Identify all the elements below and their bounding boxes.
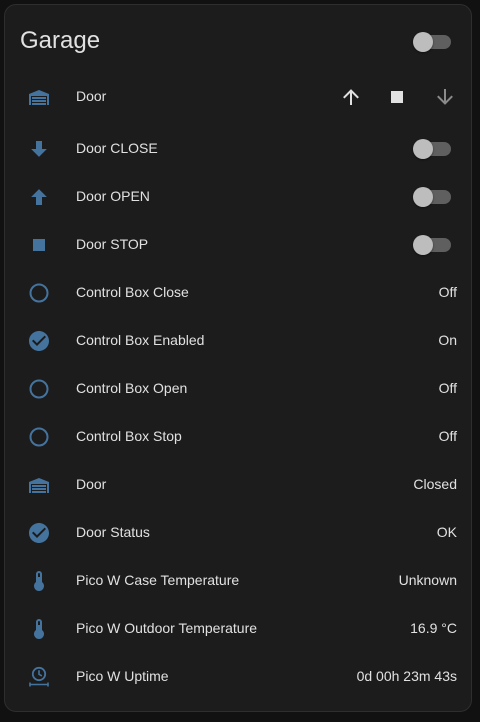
row-label: Control Box Stop — [76, 428, 182, 444]
row-label: Door CLOSE — [76, 140, 158, 156]
entities-card: Garage Door Door CLOSE Door OPEN Door ST… — [4, 4, 472, 712]
checkbox-blank-circle-outline-icon — [27, 425, 51, 449]
toggle-thumb — [413, 187, 433, 207]
row-label: Control Box Enabled — [76, 332, 205, 348]
thermometer-icon — [27, 569, 51, 593]
clock-timer-icon — [27, 665, 51, 689]
door-stop-toggle[interactable] — [413, 235, 451, 255]
card-title: Garage — [20, 27, 101, 54]
row-door-open[interactable]: Door OPEN — [5, 173, 471, 221]
row-case-temperature[interactable]: Pico W Case Temperature Unknown — [5, 557, 471, 605]
arrow-up-bold-icon — [27, 185, 51, 209]
row-label: Pico W Case Temperature — [76, 572, 240, 588]
row-state: Off — [438, 380, 457, 396]
checkbox-blank-circle-outline-icon — [27, 377, 51, 401]
stop-icon — [27, 233, 51, 257]
row-door-close[interactable]: Door CLOSE — [5, 125, 471, 173]
row-state: Off — [438, 428, 457, 444]
row-state: On — [438, 332, 457, 348]
row-control-box-open[interactable]: Control Box Open Off — [5, 365, 471, 413]
row-label: Door STOP — [76, 236, 149, 252]
row-outdoor-temperature[interactable]: Pico W Outdoor Temperature 16.9 °C — [5, 605, 471, 653]
row-control-box-stop[interactable]: Control Box Stop Off — [5, 413, 471, 461]
row-state: Off — [438, 284, 457, 300]
row-state: 16.9 °C — [410, 620, 457, 636]
cover-close-button[interactable] — [427, 79, 463, 115]
row-label: Door — [76, 476, 107, 492]
checkbox-blank-circle-outline-icon — [27, 281, 51, 305]
arrow-down-bold-icon — [27, 137, 51, 161]
thermometer-icon — [27, 617, 51, 641]
cover-controls — [333, 73, 463, 121]
row-control-box-enabled[interactable]: Control Box Enabled On — [5, 317, 471, 365]
row-label: Pico W Uptime — [76, 668, 169, 684]
row-door-sensor[interactable]: Door Closed — [5, 461, 471, 509]
toggle-thumb — [413, 139, 433, 159]
row-label: Control Box Open — [76, 380, 188, 396]
garage-icon — [27, 473, 51, 497]
row-door-stop[interactable]: Door STOP — [5, 221, 471, 269]
row-label: Door Status — [76, 524, 150, 540]
row-state: Unknown — [398, 572, 457, 588]
arrow-up-icon — [343, 89, 359, 105]
row-state: Closed — [413, 476, 457, 492]
card-header: Garage — [5, 5, 471, 81]
door-open-toggle[interactable] — [413, 187, 451, 207]
row-door-status[interactable]: Door Status OK — [5, 509, 471, 557]
garage-icon — [27, 85, 51, 109]
cover-stop-button[interactable] — [379, 79, 415, 115]
row-label: Pico W Outdoor Temperature — [76, 620, 258, 636]
row-label: Control Box Close — [76, 284, 189, 300]
check-circle-icon — [27, 329, 51, 353]
row-uptime[interactable]: Pico W Uptime 0d 00h 23m 43s — [5, 653, 471, 701]
row-control-box-close[interactable]: Control Box Close Off — [5, 269, 471, 317]
toggle-thumb — [413, 235, 433, 255]
door-close-toggle[interactable] — [413, 139, 451, 159]
row-door-cover[interactable]: Door — [5, 73, 471, 121]
arrow-down-icon — [437, 89, 453, 105]
row-label: Door — [76, 88, 107, 104]
stop-icon — [391, 91, 403, 103]
cover-open-button[interactable] — [333, 79, 369, 115]
row-state: 0d 00h 23m 43s — [356, 668, 457, 684]
row-state: OK — [436, 524, 457, 540]
check-circle-icon — [27, 521, 51, 545]
header-toggle-all[interactable] — [413, 32, 451, 52]
toggle-thumb — [413, 32, 433, 52]
row-label: Door OPEN — [76, 188, 150, 204]
